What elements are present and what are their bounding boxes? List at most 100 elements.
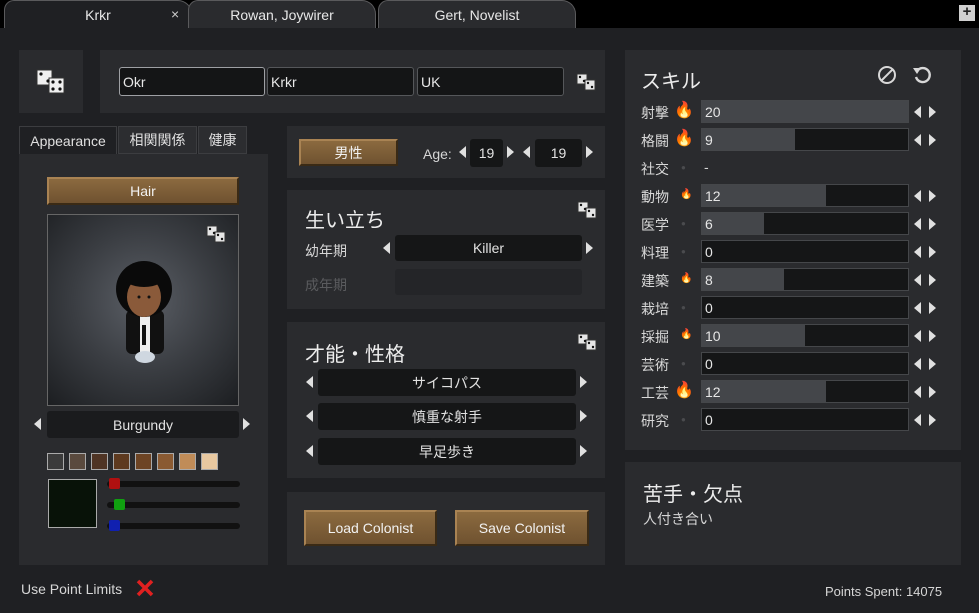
nickname-input[interactable] xyxy=(267,67,414,96)
color-slider-red[interactable] xyxy=(107,478,240,489)
skin-color-swatch[interactable] xyxy=(201,453,218,470)
skill-decrease-arrow[interactable] xyxy=(914,386,921,398)
skin-color-swatch[interactable] xyxy=(113,453,130,470)
skill-increase-arrow[interactable] xyxy=(929,358,936,370)
trait-1-prev-arrow[interactable] xyxy=(306,376,313,388)
skin-color-swatch[interactable] xyxy=(179,453,196,470)
trait-selector-2[interactable]: 慎重な射手 xyxy=(318,403,576,430)
trait-1-next-arrow[interactable] xyxy=(580,376,587,388)
skill-increase-arrow[interactable] xyxy=(929,274,936,286)
skill-level-bar[interactable]: 0 xyxy=(701,352,909,375)
skill-increase-arrow[interactable] xyxy=(929,414,936,426)
skill-decrease-arrow[interactable] xyxy=(914,358,921,370)
childhood-next-arrow[interactable] xyxy=(586,242,593,254)
age-biological-field[interactable]: 19 xyxy=(470,139,503,167)
skin-color-swatch[interactable] xyxy=(47,453,64,470)
skill-level-bar[interactable]: 12 xyxy=(701,380,909,403)
skill-decrease-arrow[interactable] xyxy=(914,330,921,342)
skill-level-bar[interactable]: 0 xyxy=(701,296,909,319)
no-passion-icon[interactable]: ● xyxy=(681,415,686,424)
no-passion-icon[interactable]: ● xyxy=(681,303,686,312)
point-limits-toggle-x-icon[interactable] xyxy=(135,578,155,601)
no-passion-icon[interactable]: ● xyxy=(681,247,686,256)
childhood-prev-arrow[interactable] xyxy=(383,242,390,254)
trait-selector-3[interactable]: 早足歩き xyxy=(318,438,576,465)
ban-icon[interactable] xyxy=(877,65,897,88)
skill-decrease-arrow[interactable] xyxy=(914,302,921,314)
skill-decrease-arrow[interactable] xyxy=(914,246,921,258)
age-chrono-increase-arrow[interactable] xyxy=(586,146,593,158)
skill-level-bar[interactable]: 20 xyxy=(701,100,909,123)
dice-icon[interactable] xyxy=(577,333,597,354)
load-colonist-button[interactable]: Load Colonist xyxy=(304,510,437,546)
first-name-input[interactable] xyxy=(119,67,265,96)
skill-decrease-arrow[interactable] xyxy=(914,106,921,118)
dice-icon[interactable] xyxy=(577,201,597,222)
skill-level-bar[interactable]: 9 xyxy=(701,128,909,151)
age-chrono-decrease-arrow[interactable] xyxy=(523,146,530,158)
hair-color-prev-arrow[interactable] xyxy=(34,418,41,430)
skill-increase-arrow[interactable] xyxy=(929,190,936,202)
major-passion-icon[interactable]: 🔥 xyxy=(674,128,694,148)
skill-level-bar[interactable]: 8 xyxy=(701,268,909,291)
skill-level-bar[interactable]: 12 xyxy=(701,184,909,207)
skin-color-swatch[interactable] xyxy=(91,453,108,470)
skin-color-swatch[interactable] xyxy=(135,453,152,470)
color-slider-blue[interactable] xyxy=(107,520,240,531)
minor-passion-icon[interactable]: 🔥 xyxy=(680,189,692,200)
skill-decrease-arrow[interactable] xyxy=(914,274,921,286)
tab-colonist-1[interactable]: Krkr × xyxy=(4,0,192,28)
trait-2-prev-arrow[interactable] xyxy=(306,410,313,422)
save-colonist-button[interactable]: Save Colonist xyxy=(455,510,589,546)
skill-increase-arrow[interactable] xyxy=(929,386,936,398)
last-name-input[interactable] xyxy=(417,67,564,96)
skill-increase-arrow[interactable] xyxy=(929,218,936,230)
trait-3-prev-arrow[interactable] xyxy=(306,445,313,457)
tab-relations[interactable]: 相関関係 xyxy=(118,126,197,154)
skill-increase-arrow[interactable] xyxy=(929,302,936,314)
skill-decrease-arrow[interactable] xyxy=(914,218,921,230)
trait-selector-1[interactable]: サイコパス xyxy=(318,369,576,396)
hair-color-next-arrow[interactable] xyxy=(243,418,250,430)
slider-handle[interactable] xyxy=(108,478,120,489)
tab-appearance[interactable]: Appearance xyxy=(19,126,117,154)
no-passion-icon[interactable]: ● xyxy=(681,359,686,368)
skill-level-bar[interactable]: 0 xyxy=(701,408,909,431)
tab-colonist-2[interactable]: Rowan, Joywirer xyxy=(188,0,376,28)
skill-increase-arrow[interactable] xyxy=(929,330,936,342)
childhood-selector[interactable]: Killer xyxy=(395,235,582,261)
skill-level-bar[interactable]: 6 xyxy=(701,212,909,235)
skill-level-bar[interactable]: 0 xyxy=(701,240,909,263)
skill-increase-arrow[interactable] xyxy=(929,106,936,118)
skill-level-bar[interactable]: 10 xyxy=(701,324,909,347)
no-passion-icon[interactable]: ● xyxy=(681,219,686,228)
hair-color-selector[interactable]: Burgundy xyxy=(47,411,239,438)
age-bio-decrease-arrow[interactable] xyxy=(459,146,466,158)
skill-decrease-arrow[interactable] xyxy=(914,134,921,146)
color-slider-green[interactable] xyxy=(107,499,240,510)
age-chronological-field[interactable]: 19 xyxy=(535,139,582,167)
dice-icon[interactable] xyxy=(576,73,596,94)
trait-2-next-arrow[interactable] xyxy=(580,410,587,422)
add-tab-button[interactable]: + xyxy=(959,4,975,21)
minor-passion-icon[interactable]: 🔥 xyxy=(680,329,692,340)
major-passion-icon[interactable]: 🔥 xyxy=(674,380,694,400)
close-icon[interactable]: × xyxy=(171,6,179,22)
skill-increase-arrow[interactable] xyxy=(929,134,936,146)
trait-3-next-arrow[interactable] xyxy=(580,445,587,457)
tab-colonist-3[interactable]: Gert, Novelist xyxy=(378,0,576,28)
minor-passion-icon[interactable]: 🔥 xyxy=(680,273,692,284)
skin-color-swatch[interactable] xyxy=(157,453,174,470)
dice-icon[interactable] xyxy=(36,69,66,95)
skill-decrease-arrow[interactable] xyxy=(914,414,921,426)
age-bio-increase-arrow[interactable] xyxy=(507,146,514,158)
slider-handle[interactable] xyxy=(114,499,126,510)
skin-color-swatch[interactable] xyxy=(69,453,86,470)
no-passion-icon[interactable]: ● xyxy=(681,163,686,172)
slider-handle[interactable] xyxy=(108,520,120,531)
tab-health[interactable]: 健康 xyxy=(198,126,247,154)
hair-button[interactable]: Hair xyxy=(47,177,239,205)
undo-icon[interactable] xyxy=(912,65,932,88)
skill-increase-arrow[interactable] xyxy=(929,246,936,258)
skill-decrease-arrow[interactable] xyxy=(914,190,921,202)
